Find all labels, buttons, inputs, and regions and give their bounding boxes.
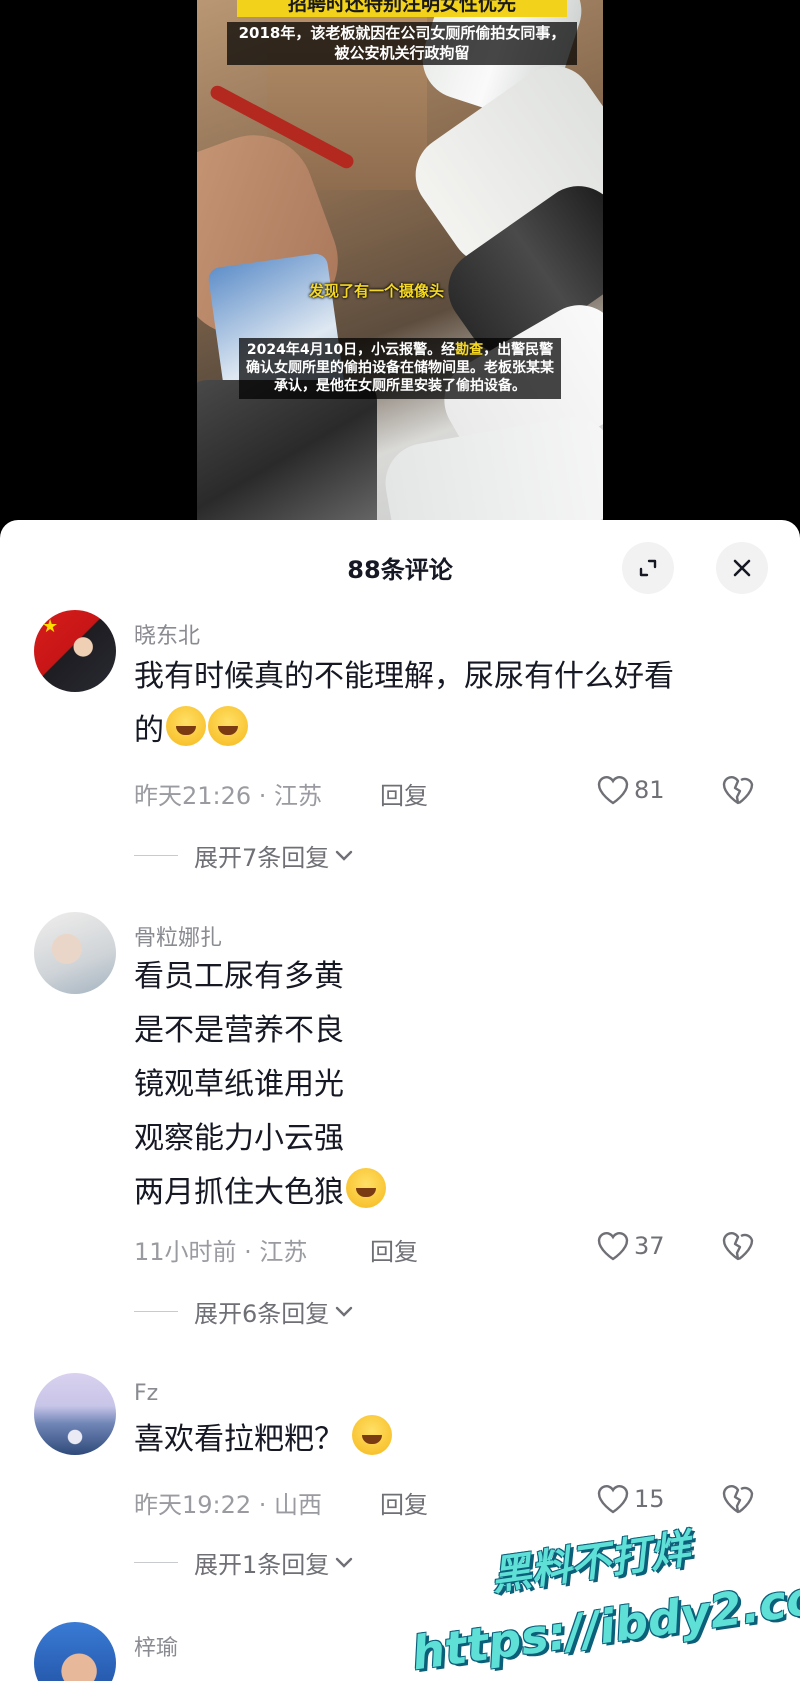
comment-text: 我有时候真的不能理解，尿尿有什么好看 的 (134, 650, 754, 758)
like-button[interactable]: 81 (596, 774, 665, 806)
expand-replies-button[interactable]: 展开6条回复 (134, 1294, 353, 1329)
video-caption-headline: 招聘时还特别注明女性优先 (237, 0, 567, 17)
expand-replies-button[interactable]: 展开7条回复 (134, 838, 353, 873)
reply-button[interactable]: 回复 (380, 1485, 428, 1520)
dislike-button[interactable] (720, 1230, 756, 1266)
comment-author[interactable]: Fz (134, 1381, 158, 1406)
comment-text: 看员工尿有多黄 是不是营养不良 镜观草纸谁用光 观察能力小云强 两月抓住大色狼 (134, 950, 754, 1220)
expand-replies-label: 展开7条回复 (194, 844, 330, 872)
comment-item: ★ 晓东北 我有时候真的不能理解，尿尿有什么好看 的 昨天21:26 · 江苏 … (0, 610, 800, 872)
reply-button[interactable]: 回复 (380, 776, 428, 811)
comment-text: 喜欢看拉粑粑？ (134, 1413, 754, 1467)
comments-count-title: 88条评论 (347, 556, 453, 584)
reply-button[interactable]: 回复 (370, 1232, 418, 1267)
laughing-emoji-icon (208, 706, 248, 746)
comment-text-line: 看员工尿有多黄 (134, 959, 344, 994)
broken-heart-icon (722, 1485, 754, 1514)
comment-text-line: 我有时候真的不能理解，尿尿有什么好看 (134, 659, 674, 694)
expand-replies-divider (134, 1562, 178, 1563)
video-caption-detail-prefix: 2024年4月10日，小云报警。经 (246, 342, 456, 358)
comment-text-line-tail: 两月抓住大色狼 (134, 1175, 344, 1210)
comments-panel: 88条评论 ★ 晓东北 我有时候真的不能理解，尿尿有什么好看 的 昨天21:26… (0, 520, 800, 1681)
expand-button[interactable] (622, 542, 674, 594)
dislike-button[interactable] (720, 774, 756, 810)
laughing-emoji-icon (166, 706, 206, 746)
chevron-down-icon (336, 1306, 353, 1317)
thinking-emoji-icon (346, 1168, 386, 1208)
expand-icon (639, 559, 657, 577)
like-button[interactable]: 15 (596, 1483, 665, 1515)
video-frame[interactable]: 招聘时还特别注明女性优先 2018年，该老板就因在公司女厕所偷拍女同事，被公安机… (197, 0, 603, 520)
heart-icon (597, 1232, 629, 1261)
comment-text-line-tail: 的 (134, 713, 164, 748)
video-caption-intro: 2018年，该老板就因在公司女厕所偷拍女同事，被公安机关行政拘留 (227, 22, 577, 65)
heart-icon (597, 1485, 629, 1514)
close-icon (733, 559, 751, 577)
comment-time-location: 昨天21:26 · 江苏 (134, 782, 323, 810)
expand-replies-button[interactable]: 展开1条回复 (134, 1545, 353, 1580)
comment-text-line: 是不是营养不良 (134, 1013, 344, 1048)
comment-text-line: 镜观草纸谁用光 (134, 1067, 344, 1102)
comment-text-line: 喜欢看拉粑粑？ (134, 1413, 754, 1467)
chevron-down-icon (336, 850, 353, 861)
video-caption-detail-highlight: 勘查 (455, 342, 484, 358)
chevron-down-icon (336, 1557, 353, 1568)
expand-replies-label: 展开1条回复 (194, 1551, 330, 1579)
comment-item: 骨粒娜扎 看员工尿有多黄 是不是营养不良 镜观草纸谁用光 观察能力小云强 两月抓… (0, 912, 800, 1332)
comment-text-line: 观察能力小云强 (134, 1121, 344, 1156)
video-caption-detail: 2024年4月10日，小云报警。经勘查，出警民警确认女厕所里的偷拍设备在储物间里… (239, 338, 561, 399)
like-count: 15 (634, 1485, 665, 1513)
like-count: 37 (634, 1232, 665, 1260)
avatar[interactable] (34, 1622, 116, 1681)
comment-author[interactable]: 骨粒娜扎 (134, 920, 222, 952)
comment-author[interactable]: 晓东北 (134, 618, 200, 650)
avatar[interactable] (34, 912, 116, 994)
comment-text-line: 的 (134, 704, 754, 758)
broken-heart-icon (722, 1232, 754, 1261)
avatar[interactable] (34, 1373, 116, 1455)
comment-text-line-tail: 喜欢看拉粑粑？ (134, 1422, 344, 1457)
expand-replies-divider (134, 855, 178, 856)
comment-time-location: 昨天19:22 · 山西 (134, 1491, 323, 1519)
comment-author[interactable]: 梓瑜 (134, 1630, 178, 1662)
expand-replies-label: 展开6条回复 (194, 1300, 330, 1328)
comment-text-line: 两月抓住大色狼 (134, 1166, 754, 1220)
broken-heart-icon (722, 776, 754, 805)
close-button[interactable] (716, 542, 768, 594)
video-caption-subtitle: 发现了有一个摄像头 (309, 282, 445, 300)
heart-icon (597, 776, 629, 805)
flag-star-icon: ★ (42, 616, 59, 637)
like-count: 81 (634, 776, 665, 804)
video-scene-dark-object (197, 380, 377, 520)
expand-replies-divider (134, 1311, 178, 1312)
comment-time-location: 11小时前 · 江苏 (134, 1238, 308, 1266)
like-button[interactable]: 37 (596, 1230, 665, 1262)
comments-header: 88条评论 (0, 520, 800, 610)
avatar[interactable]: ★ (34, 610, 116, 692)
video-player[interactable]: 招聘时还特别注明女性优先 2018年，该老板就因在公司女厕所偷拍女同事，被公安机… (0, 0, 800, 530)
sweat-smile-emoji-icon (352, 1415, 392, 1455)
dislike-button[interactable] (720, 1483, 756, 1519)
